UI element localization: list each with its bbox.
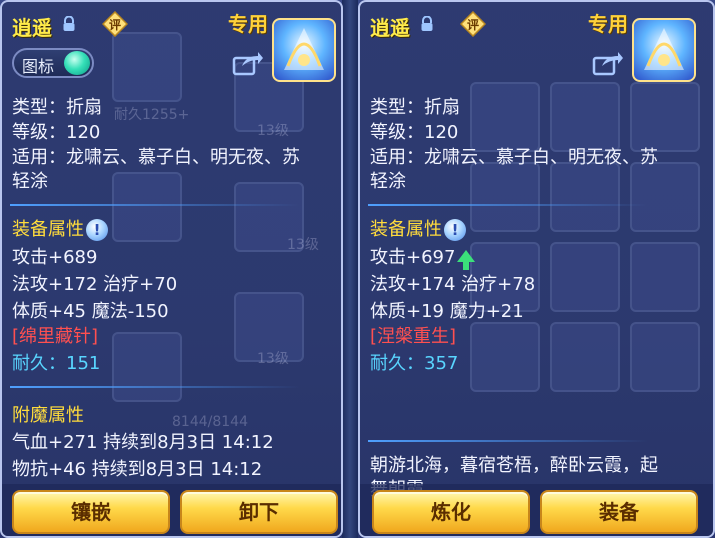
item-usable-by-cont: 轻涂 xyxy=(370,171,406,192)
attr-attack: 攻击+689 xyxy=(12,247,98,268)
icon-toggle[interactable]: 图标 xyxy=(12,48,94,78)
item-usable-by: 适用：龙啸云、慕子白、明无夜、苏 xyxy=(370,147,658,168)
item-type: 类型：折扇 xyxy=(12,97,102,118)
attr-magic-heal: 法攻+174 治疗+78 xyxy=(370,274,536,295)
up-arrow-icon xyxy=(457,250,476,270)
info-icon[interactable]: ! xyxy=(86,219,108,241)
item-description: 朝游北海，暮宿苍梧，醉卧云霞，起 xyxy=(370,455,658,476)
rating-badge-icon[interactable]: 评 xyxy=(460,11,486,37)
item-level: 等级：120 xyxy=(370,122,459,143)
durability-value: 151 xyxy=(66,353,101,374)
rating-badge-label: 评 xyxy=(467,18,479,32)
bg-level-text: 13级 xyxy=(287,237,319,253)
fan-item-icon xyxy=(272,18,336,82)
divider xyxy=(10,386,300,388)
refine-button[interactable]: 炼化 xyxy=(372,490,530,534)
icon-toggle-label: 图标 xyxy=(22,57,55,76)
equip-attr-title: 装备属性! xyxy=(370,218,466,242)
durability-label: 耐久： xyxy=(12,353,66,374)
item-owner-name: 逍遥 xyxy=(370,16,410,40)
divider xyxy=(368,440,648,442)
attr-physique-mana: 体质+45 魔法-150 xyxy=(12,301,169,322)
unequip-button[interactable]: 卸下 xyxy=(180,490,338,534)
enchant-attr-title: 附魔属性 xyxy=(12,405,84,426)
compare-item-panel: 逍遥 评 专用 类型：折扇 等级：120 适用：龙啸云、慕子白、明无夜、苏 轻涂 xyxy=(358,0,715,538)
durability: 耐久：151 xyxy=(12,352,100,376)
fan-item-icon xyxy=(632,18,696,82)
equipment-compare-screen: 耐久1255+ 13级 13级 13级 8144/8144 逍遥 评 专用 图标 xyxy=(0,0,715,538)
info-icon[interactable]: ! xyxy=(444,219,466,241)
panel-gap xyxy=(342,0,358,538)
rating-badge-icon[interactable]: 评 xyxy=(102,11,128,37)
bg-hp-text: 8144/8144 xyxy=(172,414,248,430)
bg-level-text: 13级 xyxy=(257,123,289,139)
durability-label: 耐久： xyxy=(370,353,424,374)
attr-attack-text: 攻击+697 xyxy=(370,247,456,268)
attr-magic-heal: 法攻+172 治疗+70 xyxy=(12,274,178,295)
toggle-knob xyxy=(64,51,90,75)
divider xyxy=(368,204,648,206)
enchant-phys-def: 物抗+46 持续到8月3日 14:12 xyxy=(12,459,263,480)
enchant-hp: 气血+271 持续到8月3日 14:12 xyxy=(12,432,274,453)
lock-icon xyxy=(63,16,75,31)
item-type: 类型：折扇 xyxy=(370,97,460,118)
equip-attr-title-text: 装备属性 xyxy=(12,219,84,240)
attr-attack: 攻击+697 xyxy=(370,246,476,270)
special-effect: [绵里藏针] xyxy=(12,326,99,347)
share-icon[interactable] xyxy=(232,50,264,76)
equipped-item-panel: 耐久1255+ 13级 13级 13级 8144/8144 逍遥 评 专用 图标 xyxy=(0,0,343,538)
exclusive-label: 专用 xyxy=(588,12,628,36)
attr-physique-power: 体质+19 魔力+21 xyxy=(370,301,524,322)
divider xyxy=(10,204,300,206)
equip-attr-title-text: 装备属性 xyxy=(370,219,442,240)
equip-attr-title: 装备属性! xyxy=(12,218,108,242)
bg-durability-text: 耐久1255+ xyxy=(114,107,190,123)
bg-level-text: 13级 xyxy=(257,351,289,367)
inlay-button[interactable]: 镶嵌 xyxy=(12,490,170,534)
durability-value: 357 xyxy=(424,353,459,374)
durability: 耐久：357 xyxy=(370,352,458,376)
item-owner-name: 逍遥 xyxy=(12,16,52,40)
item-level: 等级：120 xyxy=(12,122,101,143)
share-icon[interactable] xyxy=(592,50,624,76)
special-effect: [涅槃重生] xyxy=(370,326,457,347)
exclusive-label: 专用 xyxy=(228,12,268,36)
equip-button[interactable]: 装备 xyxy=(540,490,698,534)
item-usable-by-cont: 轻涂 xyxy=(12,171,48,192)
item-usable-by: 适用：龙啸云、慕子白、明无夜、苏 xyxy=(12,147,300,168)
rating-badge-label: 评 xyxy=(109,18,121,32)
lock-icon xyxy=(421,16,433,31)
